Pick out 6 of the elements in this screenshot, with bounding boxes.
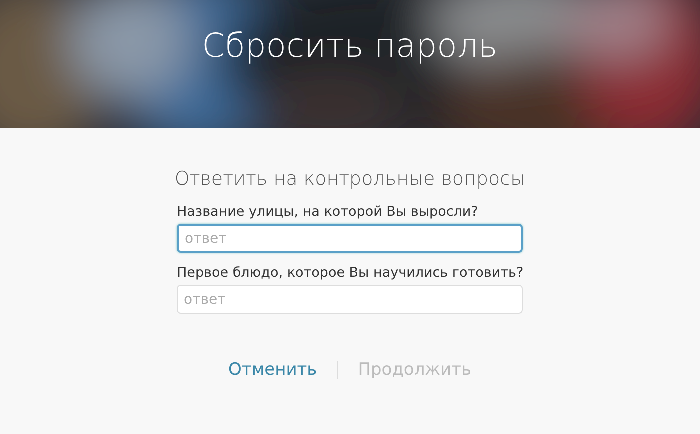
- question-label: Первое блюдо, которое Вы научились готовить?: [177, 265, 523, 281]
- question-label: Название улицы, на которой Вы выросли?: [177, 204, 480, 220]
- page-title: Сбросить пароль: [202, 25, 498, 65]
- cancel-button[interactable]: Отменить: [228, 358, 318, 382]
- answer-field[interactable]: ответ: [177, 224, 523, 253]
- section-heading: Ответить на контрольные вопросы: [174, 168, 526, 190]
